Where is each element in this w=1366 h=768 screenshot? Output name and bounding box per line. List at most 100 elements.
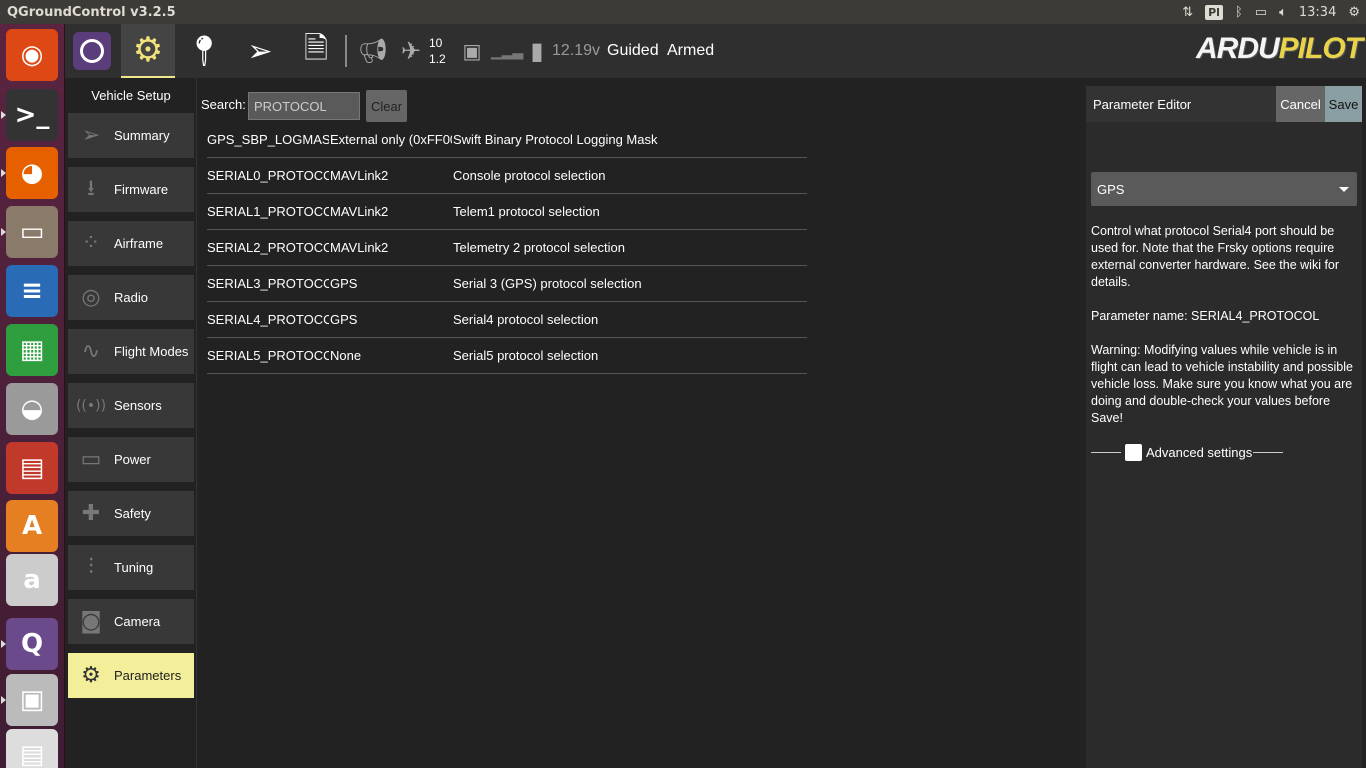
advanced-settings-checkbox[interactable] <box>1125 444 1142 461</box>
editor-title: Parameter Editor <box>1093 97 1192 112</box>
table-row[interactable]: SERIAL1_PROTOCOL MAVLink2 Telem1 protocol … <box>207 194 807 230</box>
param-value-cell: GPS <box>330 276 358 291</box>
table-row[interactable]: SERIAL2_PROTOCOL MAVLink2 Telemetry 2 prot… <box>207 230 807 266</box>
param-value-cell: GPS <box>330 312 358 327</box>
table-row[interactable]: SERIAL5_PROTOCOL None Serial5 protocol sel… <box>207 338 807 374</box>
qgc-toolbar: ⚙ 📍︎ ➢ 🗎 📢︎ ✈ 10 1.2 ▣ ▁▂▃ ▮ 12.19v Guid… <box>65 24 1366 78</box>
search-input[interactable] <box>248 92 360 120</box>
save-button[interactable]: Save <box>1325 86 1362 122</box>
launcher-app-button[interactable]: ▣ <box>6 674 58 726</box>
analyze-view-button[interactable]: 🗎 <box>289 24 343 78</box>
window-title: QGroundControl v3.2.5 <box>7 4 176 20</box>
launcher-app-button[interactable]: >_ <box>6 89 58 141</box>
waypoint-icon: 📍︎ <box>184 33 224 69</box>
setup-item-firmware[interactable]: ⭳ Firmware <box>68 167 194 212</box>
bluetooth-icon[interactable]: ᛒ <box>1235 5 1243 20</box>
launcher-app-button[interactable]: ▦ <box>6 324 58 376</box>
files-icon: ▭ <box>19 217 45 247</box>
signal-bars-icon: ▁▂▃ <box>491 42 524 59</box>
advanced-settings-row: Advanced settings <box>1091 443 1291 463</box>
parameter-editor-panel: Parameter Editor Cancel Save GPS Control… <box>1086 86 1362 768</box>
vehicle-setup-button[interactable]: ⚙ <box>121 24 175 78</box>
qgc-logo-icon <box>73 32 111 70</box>
setup-item-airframe[interactable]: ⁘ Airframe <box>68 221 194 266</box>
editor-header: Parameter Editor Cancel Save <box>1086 86 1362 122</box>
launcher-app-button[interactable]: ▤ <box>6 442 58 494</box>
table-row[interactable]: SERIAL3_PROTOCOL GPS Serial 3 (GPS) protoc… <box>207 266 807 302</box>
gps-indicator[interactable]: ✈ <box>395 24 427 78</box>
param-value-cell: MAVLink2 <box>330 204 389 219</box>
param-description-cell: Serial 3 (GPS) protocol selection <box>453 276 642 291</box>
setup-item-safety[interactable]: ✚ Safety <box>68 491 194 536</box>
wave-icon: ∿ <box>81 339 101 364</box>
launcher-app-button[interactable]: ▭ <box>6 206 58 258</box>
param-name-cell: SERIAL5_PROTOCOL <box>207 348 329 363</box>
launcher-app-button[interactable]: Q <box>6 618 58 670</box>
setup-item-sensors[interactable]: ((•)) Sensors <box>68 383 194 428</box>
setup-item-camera[interactable]: ◙ Camera <box>68 599 194 644</box>
battery-indicator[interactable]: ▮ <box>525 24 549 78</box>
flight-mode-selector[interactable]: Guided <box>607 24 659 78</box>
gears-icon: ⚙ <box>81 663 101 688</box>
setup-item-power[interactable]: ▭ Power <box>68 437 194 482</box>
qgc-menu-button[interactable] <box>65 24 119 78</box>
search-label: Search: <box>201 97 246 112</box>
keyboard-layout-indicator[interactable]: Pl <box>1205 4 1223 20</box>
medkit-icon: ✚ <box>81 501 101 526</box>
clear-button[interactable]: Clear <box>366 90 407 122</box>
rc-rssi-indicator[interactable]: ▣ <box>459 24 485 78</box>
airframe-icon: ⁘ <box>81 231 101 256</box>
battery-tray-icon[interactable]: ▭ <box>1255 5 1267 20</box>
param-description-cell: Telemetry 2 protocol selection <box>453 240 625 255</box>
launcher-app-button[interactable]: ◉ <box>6 29 58 81</box>
qgroundcontrol-icon: Q <box>20 629 44 659</box>
firefox-icon: ◕ <box>20 158 44 188</box>
messages-indicator[interactable]: 📢︎ <box>355 24 391 78</box>
download-icon: ⭳ <box>87 175 95 201</box>
table-row[interactable]: SERIAL0_PROTOCOL MAVLink2 Console protocol… <box>207 158 807 194</box>
launcher-app-button[interactable]: ≡ <box>6 265 58 317</box>
setup-item-radio[interactable]: ◎ Radio <box>68 275 194 320</box>
setup-item-summary[interactable]: ➢ Summary <box>68 113 194 158</box>
running-indicator <box>1 228 6 236</box>
value-dropdown[interactable]: GPS <box>1091 172 1357 206</box>
setup-item-label: Tuning <box>114 560 154 575</box>
param-description-cell: Swift Binary Protocol Logging Mask <box>453 132 658 147</box>
document-search-icon: 🗎 <box>303 30 329 66</box>
launcher-app-button[interactable]: ▤ <box>6 729 58 768</box>
launcher-app-button[interactable]: ◒ <box>6 383 58 435</box>
terminal-icon: >_ <box>14 100 50 130</box>
launcher-app-button[interactable]: ◕ <box>6 147 58 199</box>
settings-gear-icon[interactable]: ⚙ <box>1348 5 1360 20</box>
armed-status[interactable]: Armed <box>667 24 714 78</box>
param-description-cell: Serial4 protocol selection <box>453 312 599 327</box>
parameter-list-panel: Search: Clear GPS_SBP_LOGMASKExternal on… <box>197 78 1085 768</box>
volume-icon[interactable]: 🔈︎ <box>1279 5 1287 20</box>
cancel-button[interactable]: Cancel <box>1276 86 1325 122</box>
setup-item-label: Safety <box>114 506 151 521</box>
network-updown-icon[interactable]: ⇅ <box>1182 5 1193 20</box>
param-value-cell: MAVLink2 <box>330 240 389 255</box>
plan-view-button[interactable]: 📍︎ <box>177 24 231 78</box>
divider-line <box>1253 452 1283 453</box>
satellite-icon: ✈ <box>400 37 422 65</box>
camera-icon: ◙ <box>80 609 102 634</box>
impress-icon: ▤ <box>19 453 45 483</box>
divider-line <box>1091 452 1121 453</box>
clock[interactable]: 13:34 <box>1299 5 1336 20</box>
setup-item-flight-modes[interactable]: ∿ Flight Modes <box>68 329 194 374</box>
toolbar-divider <box>345 35 347 67</box>
running-indicator <box>1 640 6 648</box>
launcher-app-button[interactable]: a <box>6 554 58 606</box>
warning-text: Warning: Modifying values while vehicle … <box>1091 343 1353 425</box>
table-row[interactable]: GPS_SBP_LOGMASK External only (0xFF00) Swi… <box>207 122 807 158</box>
fly-view-button[interactable]: ➢ <box>233 24 287 78</box>
setup-item-tuning[interactable]: ⫶ Tuning <box>68 545 194 590</box>
param-description-cell: Serial5 protocol selection <box>453 348 599 363</box>
table-row[interactable]: SERIAL4_PROTOCOL GPS Serial4 protocol sele… <box>207 302 807 338</box>
setup-item-parameters[interactable]: ⚙ Parameters <box>68 653 194 698</box>
running-indicator <box>1 696 6 704</box>
launcher-app-button[interactable]: A <box>6 500 58 552</box>
ardupilot-logo: ARDUPILOT <box>1195 32 1363 65</box>
param-description-cell: Telem1 protocol selection <box>453 204 600 219</box>
